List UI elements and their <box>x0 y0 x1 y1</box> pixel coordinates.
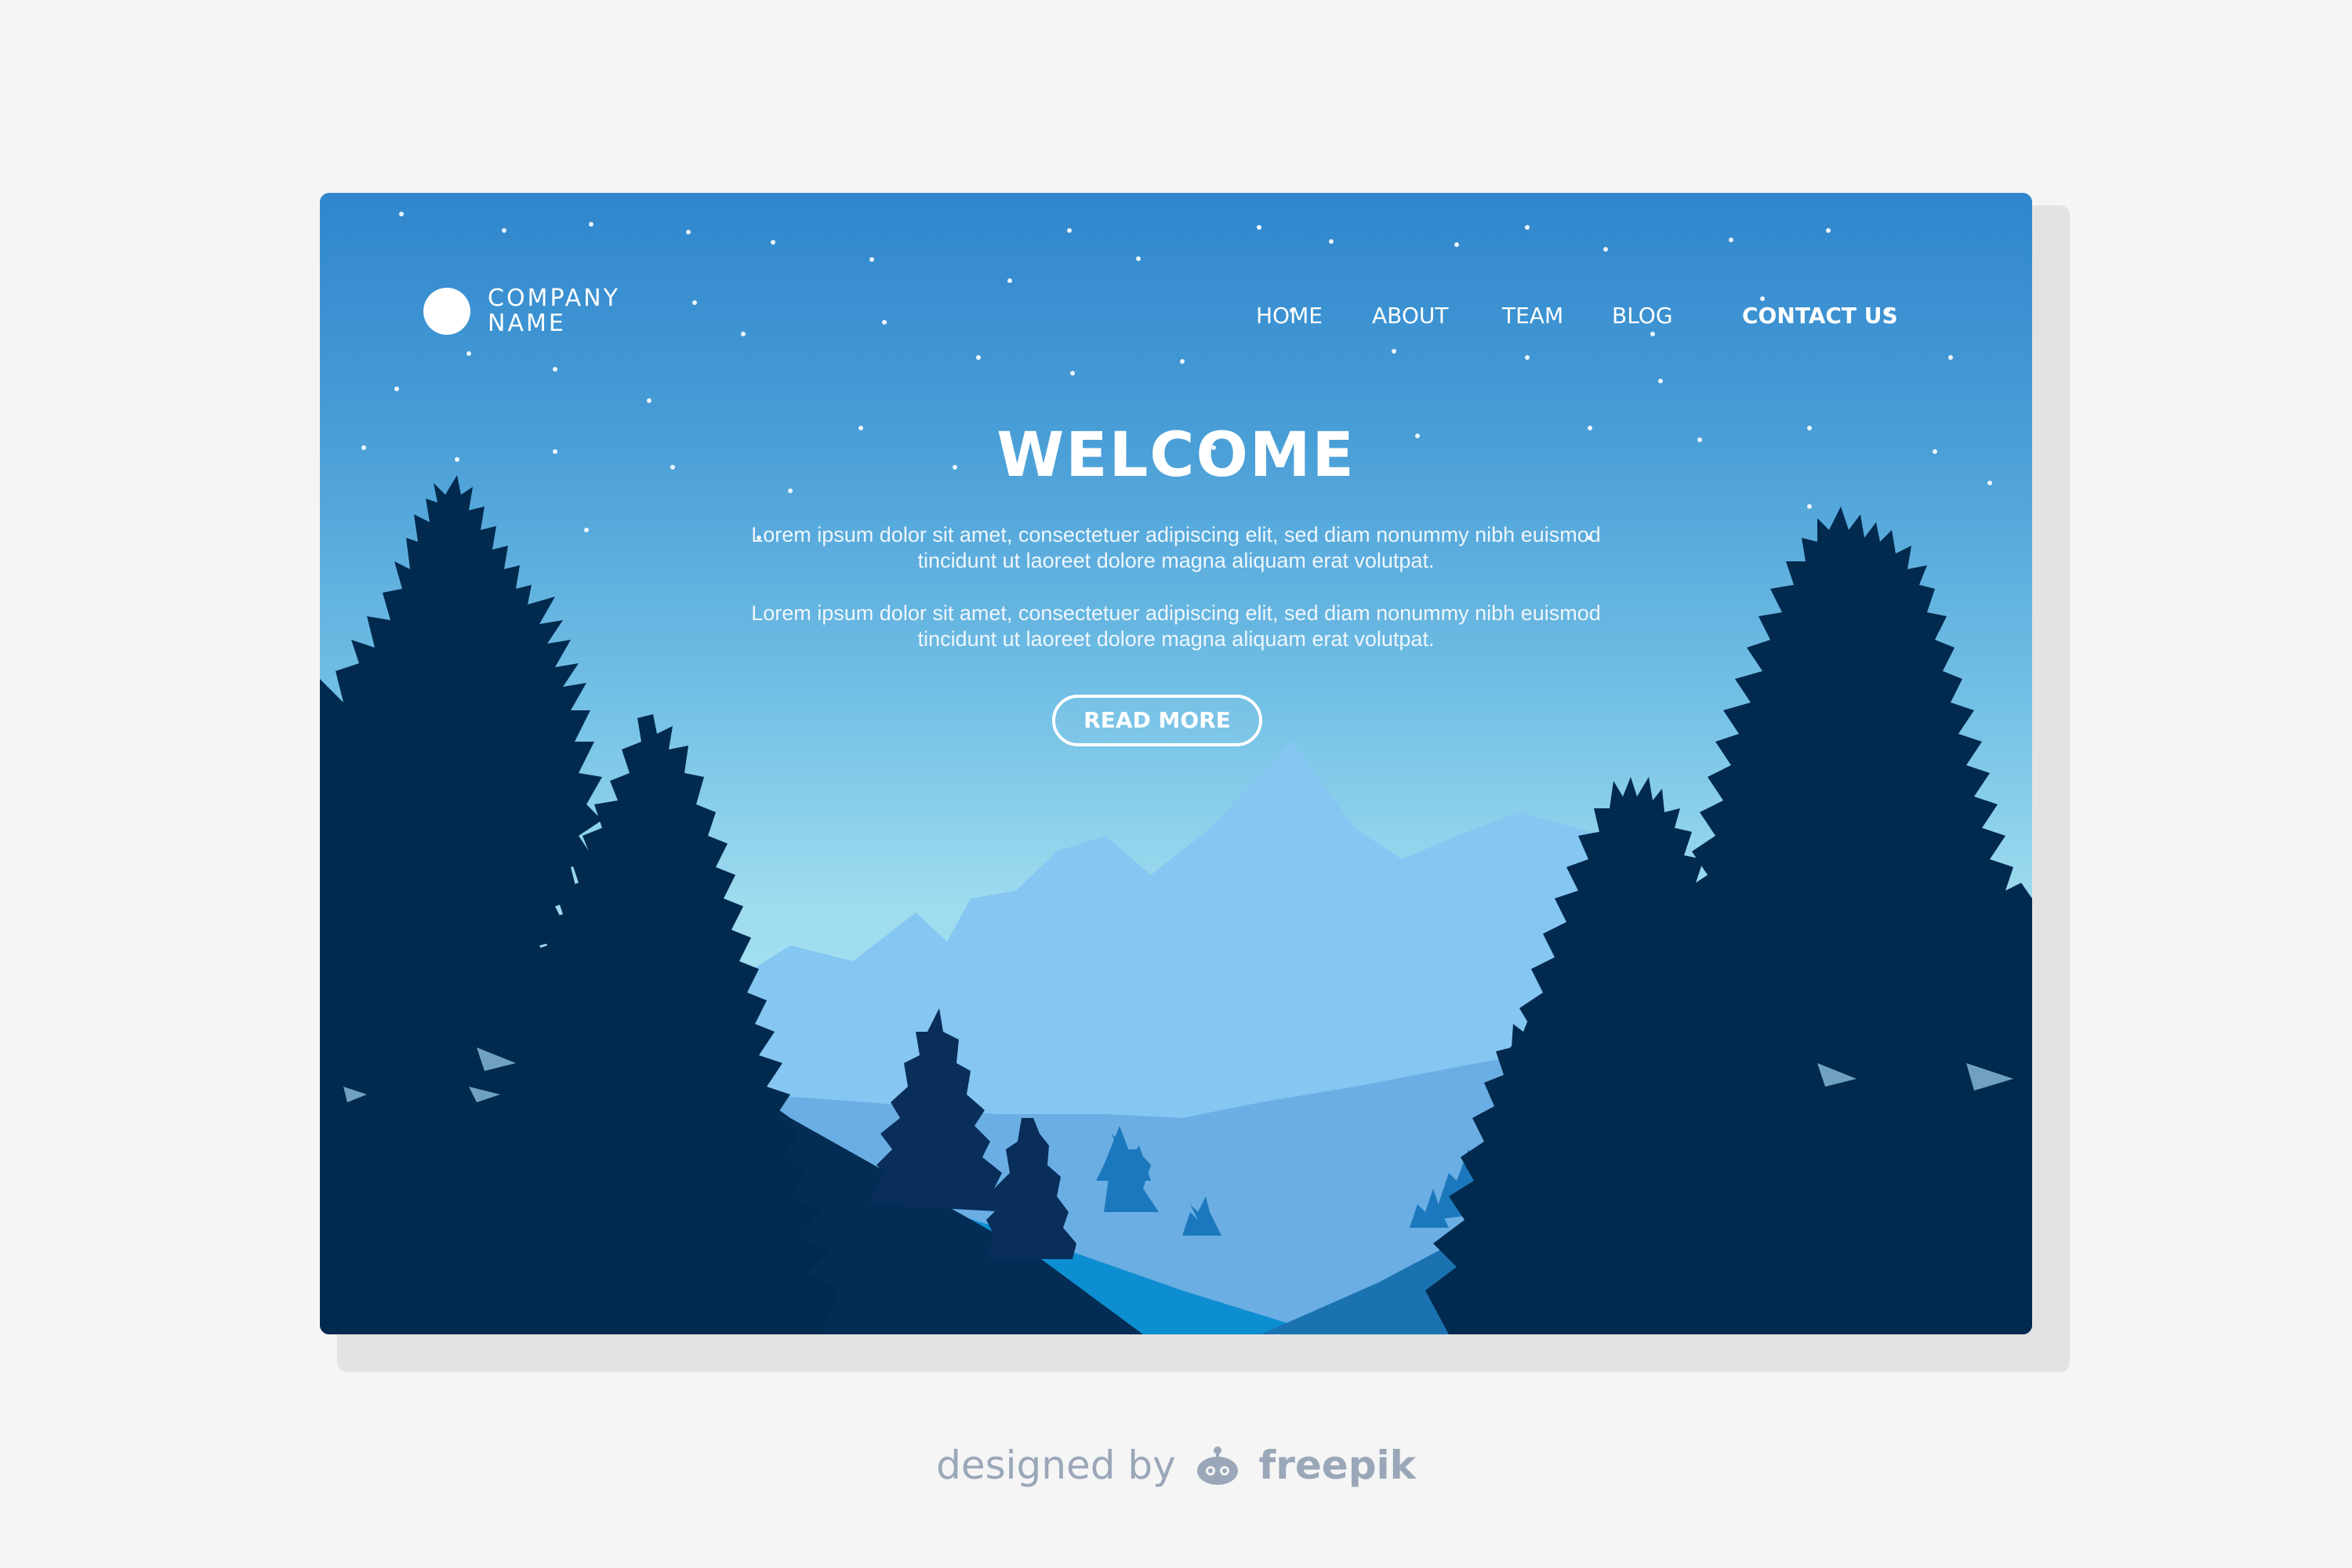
landscape-illustration <box>320 212 2032 1334</box>
nav-blog[interactable]: BLOG <box>1612 300 1673 332</box>
stars <box>361 212 1992 540</box>
designed-by-text: designed by <box>936 1443 1176 1488</box>
freepik-brand: freepik <box>1258 1443 1416 1488</box>
nav-home[interactable]: HOME <box>1256 300 1323 332</box>
nav-team[interactable]: TEAM <box>1502 300 1563 332</box>
read-more-button[interactable]: READ MORE <box>1052 695 1262 746</box>
hero-paragraph-2-line-2: tincidunt ut laoreet dolore magna aliqua… <box>917 627 1435 651</box>
hero-title: WELCOME <box>996 420 1356 491</box>
freepik-robot-icon <box>1195 1443 1240 1496</box>
nav-contact-us[interactable]: CONTACT US <box>1742 300 1898 332</box>
hero-paragraph-2: Lorem ipsum dolor sit amet, consectetuer… <box>706 601 1646 652</box>
hero-paragraph-2-line-1: Lorem ipsum dolor sit amet, consectetuer… <box>751 601 1601 625</box>
nav-about[interactable]: ABOUT <box>1372 300 1449 332</box>
attribution[interactable]: designed by freepik <box>0 1443 2352 1496</box>
hero-paragraph-1-line-1: Lorem ipsum dolor sit amet, consectetuer… <box>751 523 1601 546</box>
hero-paragraph-1-line-2: tincidunt ut laoreet dolore magna aliqua… <box>917 549 1435 572</box>
main-navigation: HOME ABOUT TEAM BLOG CONTACT US <box>320 300 2032 332</box>
hero-paragraph-1: Lorem ipsum dolor sit amet, consectetuer… <box>706 522 1646 574</box>
landing-page-card: COMPANY NAME HOME ABOUT TEAM BLOG CONTAC… <box>320 193 2032 1334</box>
